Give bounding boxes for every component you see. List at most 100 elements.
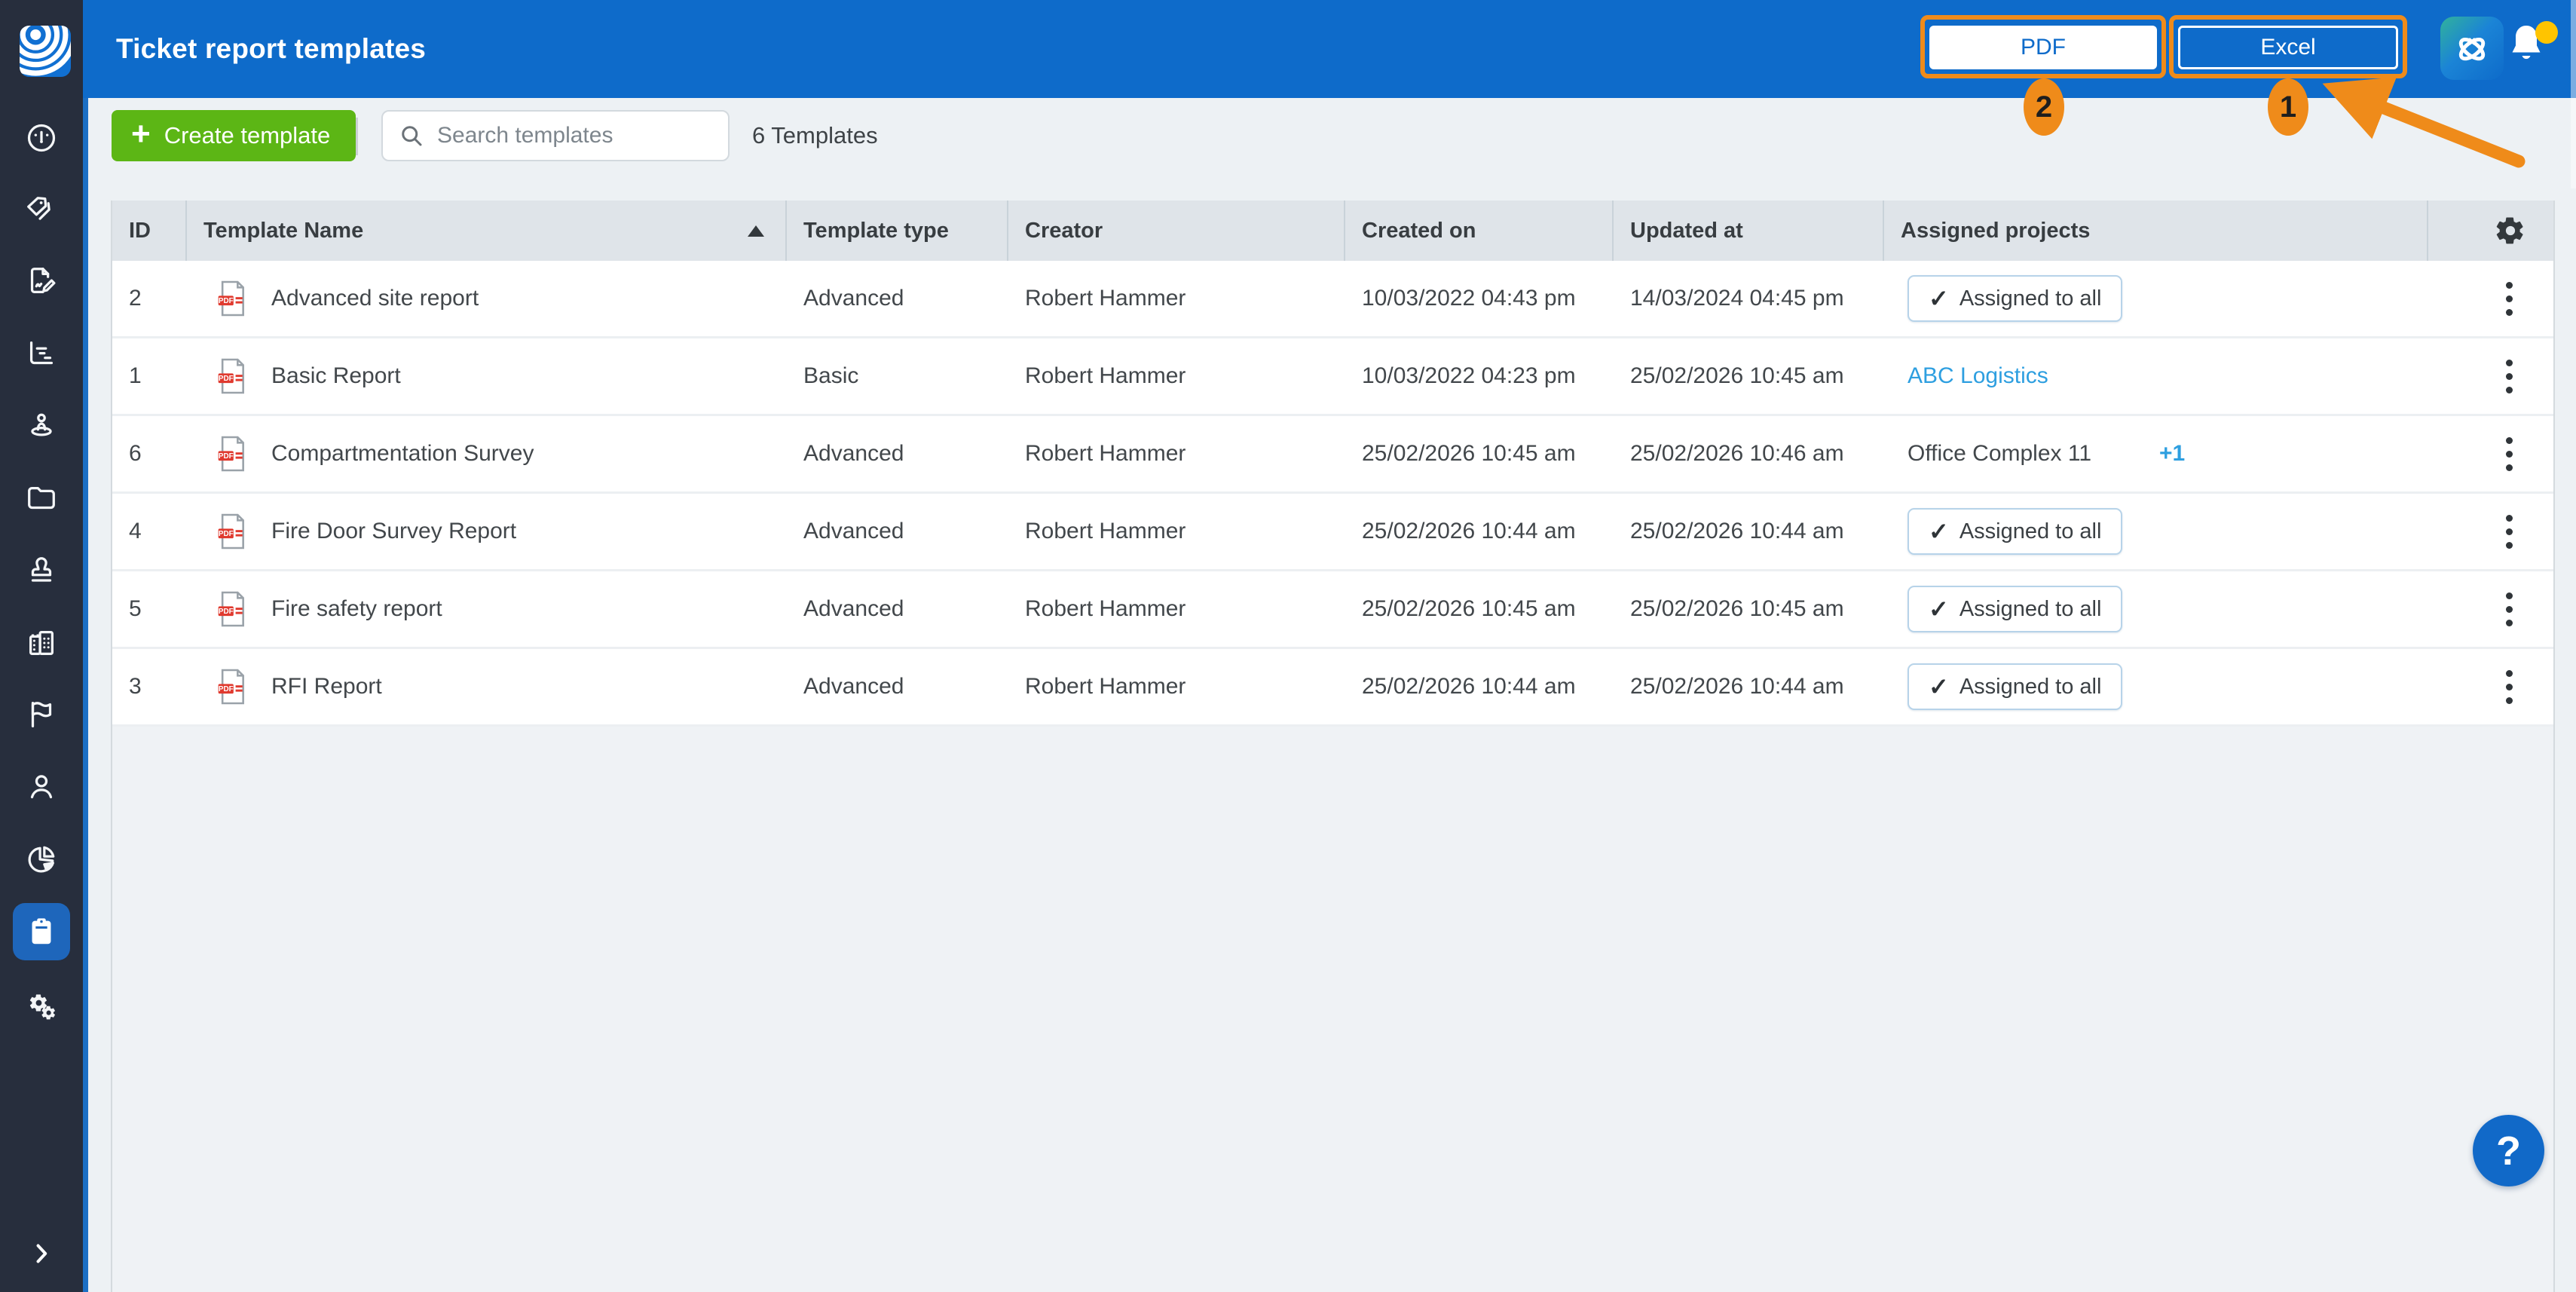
help-button[interactable]: ? [2473, 1115, 2544, 1186]
check-icon: ✓ [1929, 595, 1949, 623]
sidebar-item-flags[interactable] [0, 686, 83, 743]
notification-dot [2535, 21, 2558, 44]
cell-creator: Robert Hammer [1008, 571, 1345, 647]
sidebar-item-dashboard[interactable] [0, 109, 83, 167]
cell-template-type: Advanced [787, 261, 1008, 336]
sidebar-item-settings[interactable] [0, 977, 83, 1034]
scrollbar-thumb[interactable] [2571, 0, 2576, 188]
pdf-report-button[interactable]: PDF [1929, 26, 2157, 69]
sidebar [0, 0, 83, 1292]
column-header-updated-at[interactable]: Updated at [1614, 201, 1884, 261]
row-menu-kebab[interactable] [2495, 352, 2523, 401]
cell-updated-at: 25/02/2026 10:44 am [1614, 649, 1884, 724]
notifications-button[interactable] [2504, 21, 2558, 78]
table-row[interactable]: 4 PDF Fire Door Survey Report Advanced R… [112, 494, 2553, 571]
assigned-to-all-chip[interactable]: ✓ Assigned to all [1908, 275, 2122, 322]
assigned-to-all-chip[interactable]: ✓ Assigned to all [1908, 586, 2122, 632]
sidebar-item-templates-active[interactable] [13, 903, 70, 960]
create-template-button[interactable]: + Create template [112, 110, 356, 161]
buildings-icon [24, 626, 59, 660]
table-row[interactable]: 3 PDF RFI Report Advanced Robert Hammer … [112, 649, 2553, 727]
column-header-created-on[interactable]: Created on [1345, 201, 1614, 261]
document-edit-icon [24, 264, 59, 299]
cell-id: 2 [112, 261, 187, 336]
cell-template-name: Advanced site report [271, 286, 479, 311]
search-box[interactable] [381, 110, 730, 161]
cell-updated-at: 14/03/2024 04:45 pm [1614, 261, 1884, 336]
pdf-file-icon: PDF [216, 667, 249, 706]
row-menu-kebab[interactable] [2495, 430, 2523, 479]
check-icon: ✓ [1929, 672, 1949, 701]
assigned-to-all-chip[interactable]: ✓ Assigned to all [1908, 508, 2122, 555]
column-header-template-type[interactable]: Template type [787, 201, 1008, 261]
cell-updated-at: 25/02/2026 10:44 am [1614, 494, 1884, 569]
cell-creator: Robert Hammer [1008, 338, 1345, 414]
app-window: Ticket report templates PDF Excel [0, 0, 2576, 1292]
cell-template-name: Fire safety report [271, 596, 442, 622]
svg-text:PDF: PDF [219, 530, 234, 538]
sidebar-item-stamps[interactable] [0, 542, 83, 599]
settings-gears-icon [24, 988, 59, 1023]
assigned-more-link[interactable]: +1 [2159, 441, 2185, 467]
sidebar-item-documents[interactable] [0, 470, 83, 527]
cell-template-type: Advanced [787, 571, 1008, 647]
check-icon: ✓ [1929, 517, 1949, 546]
table-row[interactable]: 2 PDF Advanced site report Advanced Robe… [112, 261, 2553, 338]
cell-id: 4 [112, 494, 187, 569]
app-logo[interactable] [20, 26, 71, 77]
marketplace-app-icon[interactable] [2440, 17, 2504, 80]
cell-created-on: 25/02/2026 10:45 am [1345, 416, 1614, 491]
svg-text:PDF: PDF [219, 452, 234, 461]
row-menu-kebab[interactable] [2495, 274, 2523, 323]
column-header-creator[interactable]: Creator [1008, 201, 1345, 261]
cell-created-on: 25/02/2026 10:45 am [1345, 571, 1614, 647]
pdf-file-icon: PDF [216, 357, 249, 396]
table-row[interactable]: 6 PDF Compartmentation Survey Advanced R… [112, 416, 2553, 494]
svg-text:PDF: PDF [219, 297, 234, 305]
cell-updated-at: 25/02/2026 10:45 am [1614, 338, 1884, 414]
row-menu-kebab[interactable] [2495, 585, 2523, 634]
gantt-chart-icon [24, 336, 59, 371]
search-templates-input[interactable] [436, 122, 695, 149]
row-menu-kebab[interactable] [2495, 663, 2523, 712]
cell-template-type: Advanced [787, 649, 1008, 724]
column-settings-button[interactable] [2428, 201, 2552, 261]
cell-id: 1 [112, 338, 187, 414]
row-menu-kebab[interactable] [2495, 507, 2523, 556]
column-header-id[interactable]: ID [112, 201, 187, 261]
sidebar-item-forms[interactable] [0, 253, 83, 310]
cell-template-name: Basic Report [271, 363, 401, 389]
sidebar-item-sites[interactable] [0, 397, 83, 455]
cell-creator: Robert Hammer [1008, 494, 1345, 569]
svg-text:PDF: PDF [219, 608, 234, 616]
excel-report-button[interactable]: Excel [2178, 26, 2398, 69]
person-location-icon [24, 409, 59, 443]
table-row[interactable]: 1 PDF Basic Report Basic Robert Hammer 1… [112, 338, 2553, 416]
cell-id: 6 [112, 416, 187, 491]
pdf-file-icon: PDF [216, 279, 249, 318]
toolbar-divider [356, 118, 358, 155]
flag-icon [24, 697, 59, 732]
pdf-file-icon: PDF [216, 512, 249, 551]
clipboard-icon [24, 914, 59, 949]
assigned-to-all-chip[interactable]: ✓ Assigned to all [1908, 663, 2122, 710]
sidebar-item-planning[interactable] [0, 325, 83, 382]
column-header-assigned-projects[interactable]: Assigned projects [1884, 201, 2428, 261]
sidebar-item-reports[interactable] [0, 831, 83, 888]
sidebar-item-tags[interactable] [0, 182, 83, 239]
sidebar-item-users[interactable] [0, 758, 83, 816]
sidebar-item-companies[interactable] [0, 614, 83, 672]
top-header: Ticket report templates PDF Excel [83, 0, 2576, 98]
templates-count: 6 Templates [752, 110, 878, 161]
table-row[interactable]: 5 PDF Fire safety report Advanced Robert… [112, 571, 2553, 649]
assigned-project-link[interactable]: ABC Logistics [1908, 363, 2048, 389]
column-header-template-name[interactable]: Template Name [187, 201, 787, 261]
sidebar-expand-button[interactable] [0, 1225, 83, 1282]
cell-id: 5 [112, 571, 187, 647]
cell-creator: Robert Hammer [1008, 416, 1345, 491]
folder-icon [24, 481, 59, 516]
cell-updated-at: 25/02/2026 10:45 am [1614, 571, 1884, 647]
cell-updated-at: 25/02/2026 10:46 am [1614, 416, 1884, 491]
cell-template-name: Compartmentation Survey [271, 441, 534, 467]
assigned-project-text: Office Complex 11 [1908, 441, 2091, 467]
